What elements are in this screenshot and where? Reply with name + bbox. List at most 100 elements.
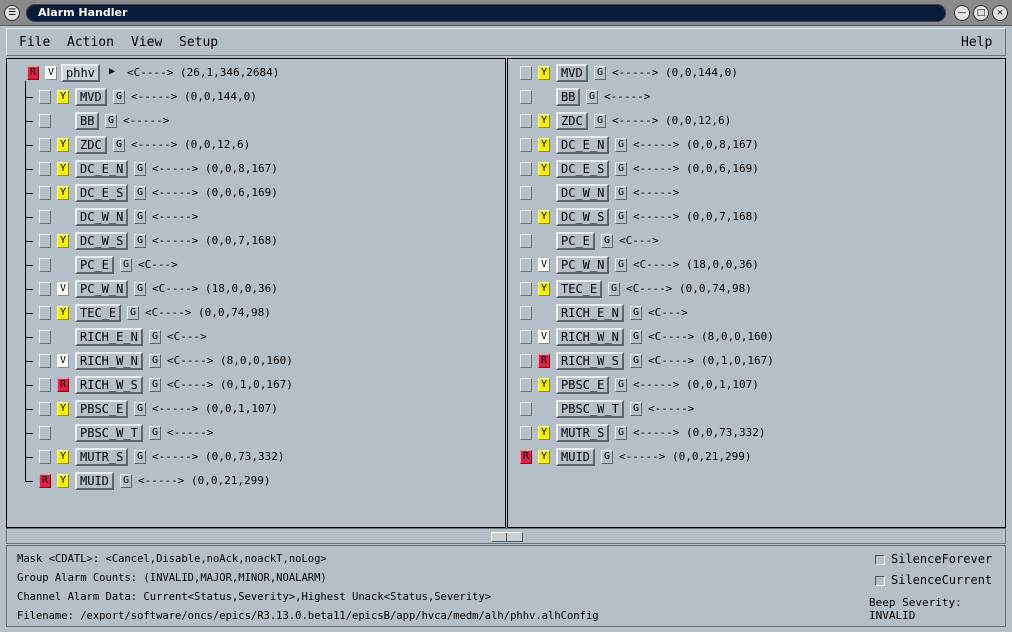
maximize-icon[interactable]: □	[973, 5, 989, 21]
ack-button[interactable]	[39, 282, 51, 296]
group-name-button[interactable]: TEC_E	[75, 304, 122, 322]
group-name-button[interactable]: RICH_W_S	[556, 352, 624, 370]
ack-button[interactable]	[520, 186, 532, 200]
ack-button[interactable]	[39, 330, 51, 344]
guidance-button[interactable]: G	[113, 138, 125, 152]
group-name-button[interactable]: PBSC_E	[556, 376, 610, 394]
ack-button[interactable]	[520, 90, 532, 104]
group-name-button[interactable]: ZDC	[75, 136, 107, 154]
list-item-row[interactable]: V RICH_W_N G <C----> (8,0,0,160)	[508, 327, 1004, 347]
ack-button[interactable]	[520, 354, 532, 368]
tree-item-row[interactable]: R Y MUID G <-----> (0,0,21,299)	[7, 471, 503, 491]
ack-button[interactable]	[39, 450, 51, 464]
group-name-button[interactable]: PBSC_E	[75, 400, 129, 418]
tree-root-row[interactable]: R V phhv ▶ <C----> (26,1,346,2684)	[7, 63, 505, 83]
tree-item-row[interactable]: Y ZDC G <-----> (0,0,12,6)	[7, 135, 503, 155]
ack-button[interactable]	[39, 114, 51, 128]
group-name-button[interactable]: PC_E	[556, 232, 595, 250]
ack-button[interactable]	[39, 258, 51, 272]
guidance-button[interactable]: G	[120, 258, 132, 272]
group-name-button[interactable]: DC_W_N	[556, 184, 610, 202]
group-name-button[interactable]: BB	[556, 88, 581, 106]
menu-setup[interactable]: Setup	[179, 35, 218, 50]
list-item-row[interactable]: R RICH_W_S G <C----> (0,1,0,167)	[508, 351, 1004, 371]
list-item-row[interactable]: PBSC_W_T G <----->	[508, 399, 1004, 419]
guidance-button[interactable]: G	[615, 138, 627, 152]
silence-forever-checkbox[interactable]	[875, 555, 885, 565]
ack-button[interactable]	[39, 426, 51, 440]
guidance-button[interactable]: G	[134, 186, 146, 200]
group-name-button[interactable]: DC_E_S	[75, 184, 129, 202]
ack-button[interactable]	[520, 234, 532, 248]
group-name-button[interactable]: RICH_E_N	[75, 328, 143, 346]
list-item-row[interactable]: Y ZDC G <-----> (0,0,12,6)	[508, 111, 1004, 131]
menu-file[interactable]: File	[19, 35, 50, 50]
guidance-button[interactable]: G	[594, 66, 606, 80]
list-item-row[interactable]: PC_E G <C--->	[508, 231, 1004, 251]
group-name-button[interactable]: DC_E_N	[556, 136, 610, 154]
guidance-button[interactable]: G	[127, 306, 139, 320]
ack-button[interactable]	[520, 282, 532, 296]
ack-button[interactable]	[520, 306, 532, 320]
guidance-button[interactable]: G	[601, 450, 613, 464]
ack-button[interactable]	[39, 402, 51, 416]
ack-button[interactable]	[520, 162, 532, 176]
tree-item-row[interactable]: PBSC_W_T G <----->	[7, 423, 503, 443]
guidance-button[interactable]: G	[149, 378, 161, 392]
list-item-row[interactable]: Y MUTR_S G <-----> (0,0,73,332)	[508, 423, 1004, 443]
list-item-row[interactable]: Y TEC_E G <C----> (0,0,74,98)	[508, 279, 1004, 299]
close-icon[interactable]: ×	[992, 5, 1008, 21]
ack-button[interactable]	[520, 402, 532, 416]
ack-button[interactable]	[39, 138, 51, 152]
ack-button[interactable]	[520, 210, 532, 224]
guidance-button[interactable]: G	[134, 282, 146, 296]
tree-item-row[interactable]: BB G <----->	[7, 111, 503, 131]
group-name-button[interactable]: DC_W_S	[556, 208, 610, 226]
group-name-button[interactable]: ZDC	[556, 112, 588, 130]
guidance-button[interactable]: G	[134, 402, 146, 416]
tree-item-row[interactable]: Y DC_W_S G <-----> (0,0,7,168)	[7, 231, 503, 251]
silence-current-checkbox[interactable]	[875, 576, 885, 586]
guidance-button[interactable]: G	[120, 474, 132, 488]
window-menu-icon[interactable]: ☰	[4, 5, 20, 21]
minimize-icon[interactable]: —	[954, 5, 970, 21]
list-item-row[interactable]: RICH_E_N G <C--->	[508, 303, 1004, 323]
ack-button[interactable]	[39, 162, 51, 176]
list-item-row[interactable]: BB G <----->	[508, 87, 1004, 107]
guidance-button[interactable]: G	[615, 378, 627, 392]
ack-button[interactable]	[520, 114, 532, 128]
guidance-button[interactable]: G	[149, 354, 161, 368]
list-item-row[interactable]: Y PBSC_E G <-----> (0,0,1,107)	[508, 375, 1004, 395]
list-item-row[interactable]: Y MVD G <-----> (0,0,144,0)	[508, 63, 1004, 83]
group-name-button[interactable]: DC_E_S	[556, 160, 610, 178]
group-name-button[interactable]: BB	[75, 112, 100, 130]
ack-button[interactable]	[39, 378, 51, 392]
tree-item-row[interactable]: RICH_E_N G <C--->	[7, 327, 503, 347]
guidance-button[interactable]: G	[134, 210, 146, 224]
alarm-list-pane[interactable]: Y MVD G <-----> (0,0,144,0) BB G <-----> Y ZDC G <…	[507, 58, 1006, 528]
ack-button[interactable]	[39, 210, 51, 224]
group-name-button[interactable]: RICH_W_N	[556, 328, 624, 346]
ack-button[interactable]: R	[520, 450, 532, 464]
guidance-button[interactable]: G	[134, 450, 146, 464]
scroll-thumb[interactable]	[491, 532, 523, 542]
tree-item-row[interactable]: DC_W_N G <----->	[7, 207, 503, 227]
group-name-button[interactable]: MUTR_S	[556, 424, 610, 442]
group-name-button[interactable]: RICH_E_N	[556, 304, 624, 322]
group-name-button[interactable]: DC_W_S	[75, 232, 129, 250]
group-name-button[interactable]: PC_E	[75, 256, 114, 274]
ack-button[interactable]	[520, 330, 532, 344]
group-name-button[interactable]: MUID	[556, 448, 595, 466]
group-name-button[interactable]: PBSC_W_T	[556, 400, 624, 418]
group-name-button[interactable]: MUTR_S	[75, 448, 129, 466]
ack-button[interactable]	[39, 90, 51, 104]
guidance-button[interactable]: G	[134, 162, 146, 176]
alarm-tree-pane[interactable]: R V phhv ▶ <C----> (26,1,346,2684) Y MVD G…	[6, 58, 506, 528]
guidance-button[interactable]: G	[615, 186, 627, 200]
group-name-button[interactable]: MVD	[75, 88, 107, 106]
guidance-button[interactable]: G	[149, 426, 161, 440]
list-item-row[interactable]: DC_W_N G <----->	[508, 183, 1004, 203]
ack-button[interactable]	[39, 306, 51, 320]
tree-item-row[interactable]: Y DC_E_N G <-----> (0,0,8,167)	[7, 159, 503, 179]
ack-button[interactable]	[39, 234, 51, 248]
